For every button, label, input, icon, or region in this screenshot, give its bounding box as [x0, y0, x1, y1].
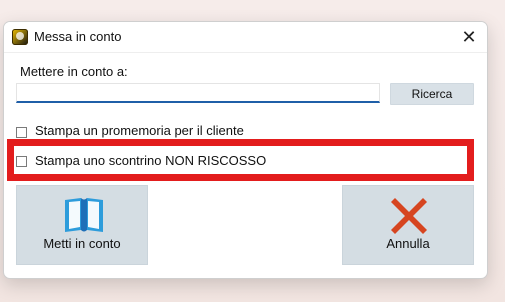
- close-icon: ✕: [461, 27, 477, 47]
- unpaid-receipt-label: Stampa uno scontrino NON RISCOSSO: [35, 153, 267, 168]
- window-title: Messa in conto: [34, 29, 122, 44]
- annulla-label: Annulla: [386, 236, 430, 251]
- annulla-button[interactable]: Annulla: [342, 185, 474, 265]
- reminder-label: Stampa un promemoria per il cliente: [35, 123, 244, 138]
- unpaid-receipt-checkbox[interactable]: [16, 155, 27, 167]
- book-icon: [65, 198, 103, 232]
- charge-to-input[interactable]: [16, 83, 380, 103]
- reminder-option[interactable]: Stampa un promemoria per il cliente: [16, 122, 244, 142]
- x-icon: [391, 198, 427, 234]
- charge-to-label: Mettere in conto a:: [20, 64, 128, 79]
- app-icon: [12, 29, 28, 45]
- metti-in-conto-button[interactable]: Metti in conto: [16, 185, 148, 265]
- metti-in-conto-label: Metti in conto: [43, 236, 121, 251]
- close-button[interactable]: ✕: [451, 22, 487, 52]
- title-bar: Messa in conto ✕: [4, 22, 487, 53]
- unpaid-receipt-option[interactable]: Stampa uno scontrino NON RISCOSSO: [16, 151, 266, 171]
- search-button-label: Ricerca: [411, 87, 453, 101]
- desktop-background: Messa in conto ✕ Mettere in conto a: Ric…: [0, 0, 505, 302]
- messa-in-conto-dialog: Messa in conto ✕ Mettere in conto a: Ric…: [3, 21, 488, 279]
- search-button[interactable]: Ricerca: [390, 83, 474, 105]
- reminder-checkbox[interactable]: [16, 126, 27, 138]
